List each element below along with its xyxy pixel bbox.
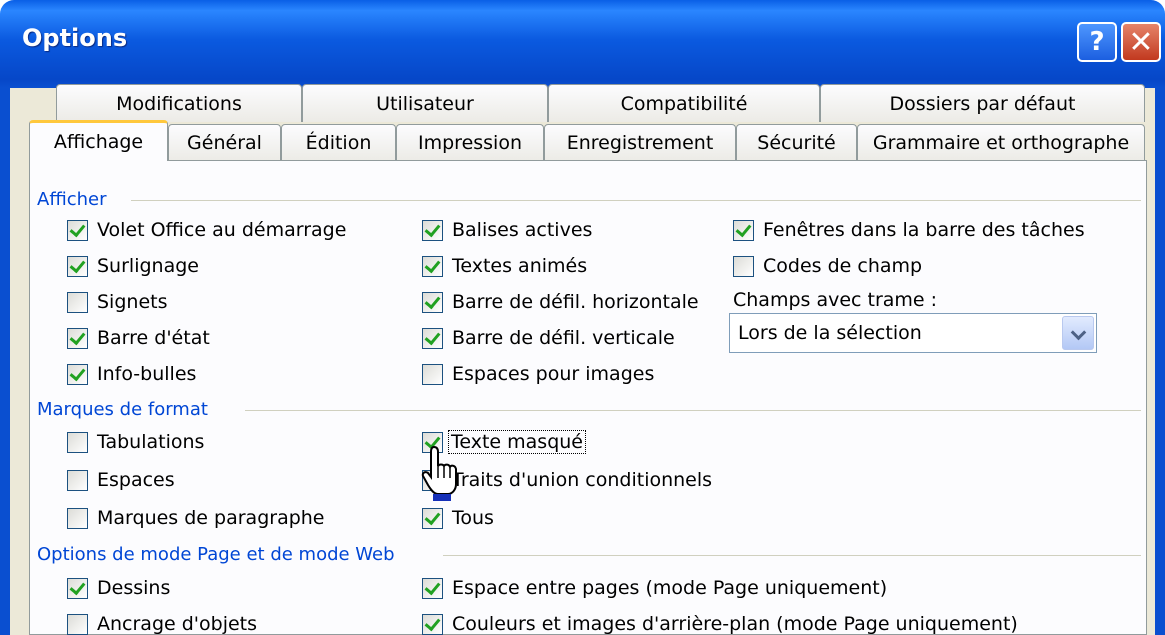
checkbox-ancrage-objets[interactable]: Ancrage d'objets (67, 613, 257, 635)
checkbox-label: Ancrage d'objets (97, 613, 258, 635)
checkbox-espace-pages[interactable]: Espace entre pages (mode Page uniquement… (422, 577, 887, 599)
checkbox-label: Barre d'état (97, 327, 210, 349)
checkbox-marques-paragraphe[interactable]: Marques de paragraphe (67, 507, 325, 529)
checkbox-info-bulles[interactable]: Info-bulles (67, 363, 196, 385)
checkbox-label: Traits d'union conditionnels (452, 469, 713, 491)
checkbox-label: Surlignage (97, 255, 199, 277)
champs-trame-select[interactable]: Lors de la sélection (729, 313, 1097, 353)
checkbox-box[interactable] (67, 431, 88, 453)
checkbox-label: Espaces pour images (452, 363, 655, 385)
section-options-mode-divider (443, 555, 1141, 556)
tab-edition[interactable]: Édition (281, 124, 396, 161)
window-frame-left (0, 88, 10, 635)
window-title: Options (22, 24, 128, 52)
checkbox-label: Espace entre pages (mode Page uniquement… (452, 577, 888, 599)
checkbox-label: Barre de défil. verticale (452, 327, 675, 349)
checkbox-label: Tous (452, 507, 494, 529)
checkbox-label: Texte masqué (448, 430, 586, 454)
title-bar: Options ? ✕ (0, 0, 1165, 88)
checkbox-box[interactable] (67, 291, 88, 313)
section-afficher-divider (131, 200, 1141, 201)
tab-impression[interactable]: Impression (396, 124, 544, 161)
checkbox-label: Espaces (97, 469, 175, 491)
check-icon[interactable] (422, 255, 443, 277)
tab-securite[interactable]: Sécurité (736, 124, 857, 161)
check-icon[interactable] (67, 219, 88, 241)
checkbox-tous[interactable]: Tous (422, 507, 494, 529)
checkbox-label: Dessins (97, 577, 171, 599)
check-icon[interactable] (422, 613, 443, 635)
checkbox-box[interactable] (422, 363, 443, 385)
checkbox-signets[interactable]: Signets (67, 291, 167, 313)
tab-dossiers-par-defaut[interactable]: Dossiers par défaut (820, 84, 1145, 122)
section-marques-title: Marques de format (37, 399, 208, 420)
checkbox-label: Info-bulles (97, 363, 197, 385)
checkbox-label: Volet Office au démarrage (97, 219, 347, 241)
check-icon[interactable] (733, 219, 754, 241)
section-marques-divider (245, 410, 1141, 411)
checkbox-defil-horizontale[interactable]: Barre de défil. horizontale (422, 291, 699, 313)
checkbox-box[interactable] (67, 507, 88, 529)
checkbox-label: Codes de champ (763, 255, 923, 277)
checkbox-label: Fenêtres dans la barre des tâches (763, 219, 1085, 241)
checkbox-traits-union[interactable]: Traits d'union conditionnels (422, 469, 712, 491)
checkbox-defil-verticale[interactable]: Barre de défil. verticale (422, 327, 675, 349)
check-icon[interactable] (67, 327, 88, 349)
checkbox-dessins[interactable]: Dessins (67, 577, 170, 599)
tab-grammaire-orthographe[interactable]: Grammaire et orthographe (857, 124, 1145, 161)
check-icon[interactable] (422, 327, 443, 349)
checkbox-barre-etat[interactable]: Barre d'état (67, 327, 210, 349)
checkbox-surlignage[interactable]: Surlignage (67, 255, 199, 277)
checkbox-label: Barre de défil. horizontale (452, 291, 699, 313)
tab-compatibilite[interactable]: Compatibilité (548, 84, 820, 122)
champs-trame-label: Champs avec trame : (733, 289, 938, 311)
checkbox-label: Tabulations (97, 431, 205, 453)
check-icon[interactable] (67, 363, 88, 385)
checkbox-box[interactable] (67, 613, 88, 635)
checkbox-tabulations[interactable]: Tabulations (67, 431, 204, 453)
window-frame-right (1155, 88, 1165, 635)
tab-general[interactable]: Général (168, 124, 281, 161)
tab-affichage[interactable]: Affichage (29, 120, 168, 161)
checkbox-label: Couleurs et images d'arrière-plan (mode … (452, 613, 1018, 635)
checkbox-codes-champ[interactable]: Codes de champ (733, 255, 922, 277)
check-icon[interactable] (67, 577, 88, 599)
check-icon[interactable] (422, 219, 443, 241)
checkbox-fenetres-barre[interactable]: Fenêtres dans la barre des tâches (733, 219, 1085, 241)
checkbox-espaces[interactable]: Espaces (67, 469, 175, 491)
checkbox-volet-office[interactable]: Volet Office au démarrage (67, 219, 346, 241)
checkbox-box[interactable] (733, 255, 754, 277)
checkbox-label: Marques de paragraphe (97, 507, 325, 529)
section-afficher-title: Afficher (37, 189, 107, 210)
check-icon[interactable] (422, 577, 443, 599)
checkbox-box[interactable] (67, 469, 88, 491)
champs-trame-value: Lors de la sélection (738, 322, 922, 344)
help-button[interactable]: ? (1077, 22, 1117, 62)
tab-utilisateur[interactable]: Utilisateur (302, 84, 548, 122)
tab-enregistrement[interactable]: Enregistrement (544, 124, 736, 161)
chevron-down-icon[interactable] (1062, 316, 1094, 350)
tab-modifications[interactable]: Modifications (56, 84, 302, 122)
hand-cursor-icon (421, 445, 457, 501)
check-icon[interactable] (67, 255, 88, 277)
checkbox-couleurs-images[interactable]: Couleurs et images d'arrière-plan (mode … (422, 613, 1018, 635)
checkbox-espaces-images[interactable]: Espaces pour images (422, 363, 654, 385)
checkbox-label: Balises actives (452, 219, 593, 241)
checkbox-label: Signets (97, 291, 168, 313)
check-icon[interactable] (422, 507, 443, 529)
checkbox-label: Textes animés (452, 255, 588, 277)
section-options-mode-title: Options de mode Page et de mode Web (37, 544, 395, 565)
checkbox-textes-animes[interactable]: Textes animés (422, 255, 587, 277)
close-button[interactable]: ✕ (1121, 22, 1161, 62)
check-icon[interactable] (422, 291, 443, 313)
checkbox-balises-actives[interactable]: Balises actives (422, 219, 592, 241)
